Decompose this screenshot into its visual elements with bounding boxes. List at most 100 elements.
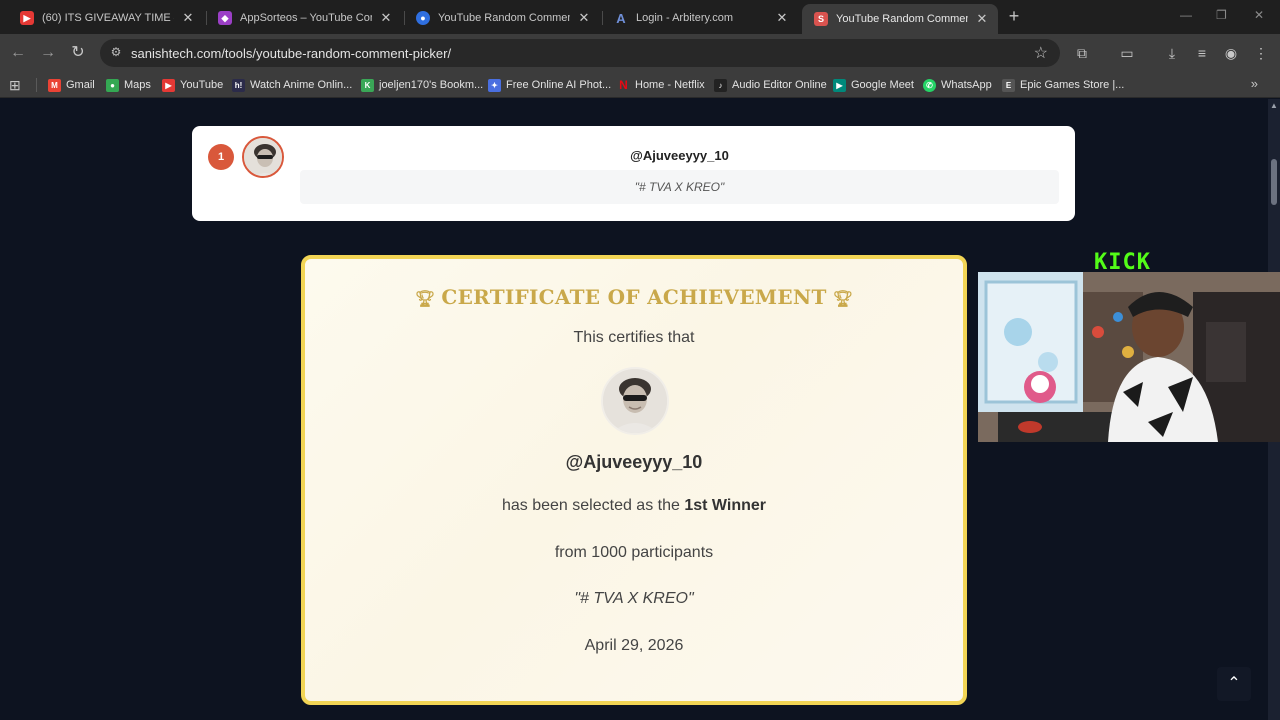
rank-badge: 1 — [208, 144, 234, 170]
more-bookmarks-icon[interactable]: » — [1251, 76, 1258, 91]
close-window-icon[interactable]: ✕ — [1254, 8, 1264, 22]
meet-icon: ▶ — [833, 78, 846, 92]
bookmark-youtube[interactable]: ▶ YouTube — [162, 76, 223, 94]
address-bar[interactable]: ⚙ sanishtech.com/tools/youtube-random-co… — [100, 39, 1060, 67]
close-icon[interactable]: ✕ — [774, 10, 790, 26]
gmail-icon: M — [48, 78, 61, 92]
close-icon[interactable]: ✕ — [974, 11, 990, 27]
selected-prefix: has been selected as the — [501, 497, 680, 514]
tab-title: (60) ITS GIVEAWAY TIME #killua — [42, 12, 174, 24]
tab-title: YouTube Random Comment Pic — [438, 12, 570, 24]
certificate-date: April 29, 2026 — [584, 637, 684, 654]
bookmark-google-meet[interactable]: ▶ Google Meet — [833, 76, 914, 94]
bookmark-divider — [36, 78, 37, 92]
epic-games-icon: E — [1002, 78, 1015, 92]
apps-grid-icon[interactable]: ⊞ — [9, 76, 21, 94]
avatar — [601, 367, 669, 435]
back-icon[interactable]: ← — [8, 43, 28, 63]
bookmark-label: Watch Anime Onlin... — [250, 79, 353, 91]
youtube-icon: ▶ — [162, 78, 175, 92]
minimize-icon[interactable]: — — [1180, 8, 1192, 22]
bookmark-star-icon[interactable]: ☆ — [1034, 43, 1048, 63]
new-tab-button[interactable]: + — [1005, 7, 1023, 25]
forward-icon[interactable]: → — [38, 43, 58, 63]
avatar — [242, 136, 284, 178]
back-to-top-button[interactable]: ⌃ — [1217, 667, 1251, 701]
restore-icon[interactable]: ❐ — [1216, 8, 1227, 22]
appsorteos-icon: ◆ — [218, 11, 232, 25]
close-icon[interactable]: ✕ — [180, 10, 196, 26]
winner-result-card: 1 @Ajuveeyyy_10 "# TVA X KREO" — [192, 126, 1075, 221]
tab-title: Login - Arbitery.com — [636, 12, 734, 24]
bookmark-label: Gmail — [66, 79, 95, 91]
tab-comment-picker[interactable]: ● YouTube Random Comment Pic ✕ — [404, 4, 600, 32]
ai-photo-icon: ✦ — [488, 78, 501, 92]
winner-username: @Ajuveeyyy_10 — [630, 148, 729, 163]
sanishtech-icon: S — [814, 12, 828, 26]
bookmark-anime[interactable]: h! Watch Anime Onlin... — [232, 76, 352, 94]
certificate-title-text: CERTIFICATE OF ACHIEVEMENT — [441, 285, 827, 309]
youtube-icon: ▶ — [20, 11, 34, 25]
hianime-icon: h! — [232, 78, 245, 92]
menu-kebab-icon[interactable]: ⋮ — [1252, 44, 1270, 62]
netflix-icon: N — [619, 78, 628, 92]
bookmark-maps[interactable]: ● Maps — [106, 76, 151, 94]
bookmark-netflix[interactable]: N Home - Netflix — [617, 76, 705, 94]
cast-icon[interactable]: ▭ — [1118, 44, 1136, 62]
bookmark-label: Epic Games Store |... — [1020, 79, 1125, 91]
bookmarks-bar: ⊞ M Gmail ● Maps ▶ YouTube h! Watch Anim… — [0, 72, 1280, 98]
close-icon[interactable]: ✕ — [576, 10, 592, 26]
bookmark-whatsapp[interactable]: ✆ WhatsApp — [923, 76, 992, 94]
scroll-up-icon[interactable]: ▲ — [1270, 101, 1278, 110]
bookmark-label: Maps — [124, 79, 151, 91]
browser-tab-bar: ▶ (60) ITS GIVEAWAY TIME #killua ✕ ◆ App… — [0, 0, 1280, 34]
bookmark-k-icon: K — [361, 78, 374, 92]
media-controls-icon[interactable]: ≡ — [1193, 44, 1211, 62]
bookmark-gmail[interactable]: M Gmail — [48, 76, 95, 94]
tab-sanishtech-active[interactable]: S YouTube Random Comment Pic ✕ — [802, 4, 998, 34]
participants-count: from 1000 participants — [554, 544, 714, 561]
winner-comment: "# TVA X KREO" — [300, 170, 1059, 204]
download-icon[interactable]: ⤓ — [1163, 44, 1181, 62]
bookmark-label: joeljen170's Bookm... — [379, 79, 484, 91]
bookmark-label: Audio Editor Online — [732, 79, 827, 91]
extensions-icon[interactable]: ⧉ — [1073, 44, 1091, 62]
trophy-icon: 🏆︎ — [414, 289, 436, 308]
bookmark-epic-games[interactable]: E Epic Games Store |... — [1002, 76, 1124, 94]
certifies-text: This certifies that — [573, 329, 695, 346]
bookmark-label: Home - Netflix — [635, 79, 705, 91]
url-text[interactable]: sanishtech.com/tools/youtube-random-comm… — [131, 46, 451, 61]
whatsapp-icon: ✆ — [923, 78, 936, 92]
profile-icon[interactable]: ◉ — [1222, 44, 1240, 62]
bookmark-ai-photo[interactable]: ✦ Free Online AI Phot... — [488, 76, 611, 94]
reload-icon[interactable]: ↻ — [68, 43, 88, 63]
bookmark-label: Google Meet — [851, 79, 914, 91]
browser-toolbar: ← → ↻ ⚙ sanishtech.com/tools/youtube-ran… — [0, 34, 1280, 72]
certificate-comment: "# TVA X KREO" — [574, 590, 694, 607]
chevron-up-icon: ⌃ — [1227, 675, 1241, 692]
tab-title: YouTube Random Comment Pic — [836, 13, 968, 25]
maps-icon: ● — [106, 78, 119, 92]
bookmark-joeljen[interactable]: K joeljen170's Bookm... — [361, 76, 483, 94]
selected-place: 1st Winner — [684, 497, 766, 514]
bookmark-audio-editor[interactable]: ♪ Audio Editor Online — [714, 76, 827, 94]
site-info-icon[interactable]: ⚙ — [108, 45, 124, 61]
tab-arbitery[interactable]: A Login - Arbitery.com ✕ — [602, 4, 798, 32]
tab-giveaway[interactable]: ▶ (60) ITS GIVEAWAY TIME #killua ✕ — [8, 4, 204, 32]
tab-title: AppSorteos – YouTube Comme — [240, 12, 372, 24]
certificate-card: 🏆︎ CERTIFICATE OF ACHIEVEMENT 🏆︎ This cert… — [301, 255, 967, 705]
certificate-username: @Ajuveeyyy_10 — [565, 452, 703, 472]
arbitery-icon: A — [616, 10, 626, 26]
bookmark-label: WhatsApp — [941, 79, 992, 91]
bookmark-label: Free Online AI Phot... — [506, 79, 612, 91]
tab-appsorteos[interactable]: ◆ AppSorteos – YouTube Comme ✕ — [206, 4, 402, 32]
avatar-photo — [244, 138, 282, 176]
scrollbar-thumb[interactable] — [1271, 159, 1277, 205]
close-icon[interactable]: ✕ — [378, 10, 394, 26]
audio-editor-icon: ♪ — [714, 78, 727, 92]
avatar-photo — [603, 369, 667, 433]
bookmark-label: YouTube — [180, 79, 224, 91]
comment-picker-icon: ● — [416, 11, 430, 25]
selected-statement: has been selected as the 1st Winner — [305, 497, 963, 515]
certificate-title: 🏆︎ CERTIFICATE OF ACHIEVEMENT 🏆︎ — [305, 285, 963, 309]
